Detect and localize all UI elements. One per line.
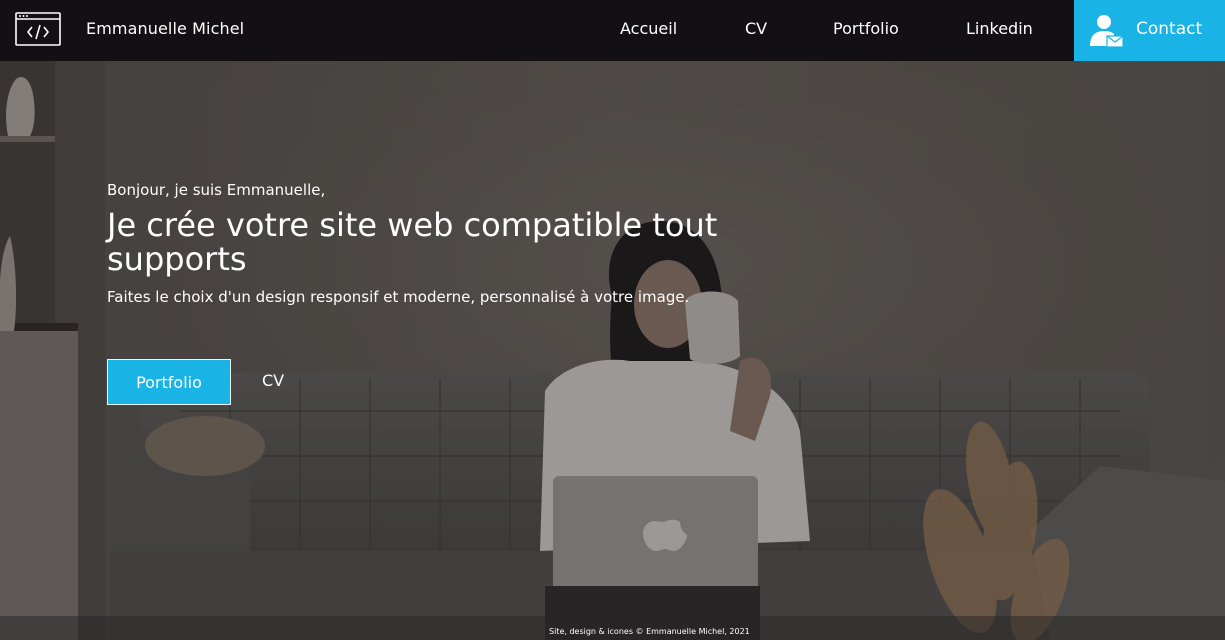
contact-label: Contact	[1136, 19, 1203, 39]
nav-accueil[interactable]: Accueil	[620, 19, 677, 38]
portfolio-button[interactable]: Portfolio	[107, 359, 231, 405]
nav-linkedin[interactable]: Linkedin	[966, 19, 1033, 38]
brand-name[interactable]: Emmanuelle Michel	[86, 19, 244, 38]
cv-button[interactable]: CV	[262, 371, 284, 390]
hero-greeting: Bonjour, je suis Emmanuelle,	[107, 181, 326, 199]
contact-button[interactable]: Contact	[1074, 0, 1225, 61]
nav-portfolio[interactable]: Portfolio	[833, 19, 899, 38]
nav-cv[interactable]: CV	[745, 19, 767, 38]
hero-section	[0, 61, 1225, 640]
site-header: Emmanuelle Michel Accueil CV Portfolio L…	[0, 0, 1225, 61]
user-mail-icon	[1090, 15, 1124, 48]
footer-credit: Site, design & icones © Emmanuelle Miche…	[549, 627, 750, 636]
hero-headline: Je crée votre site web compatible tout s…	[107, 206, 718, 278]
code-window-icon[interactable]	[15, 12, 61, 46]
hero-subline: Faites le choix d'un design responsif et…	[107, 288, 690, 306]
hero-overlay	[0, 61, 1225, 640]
